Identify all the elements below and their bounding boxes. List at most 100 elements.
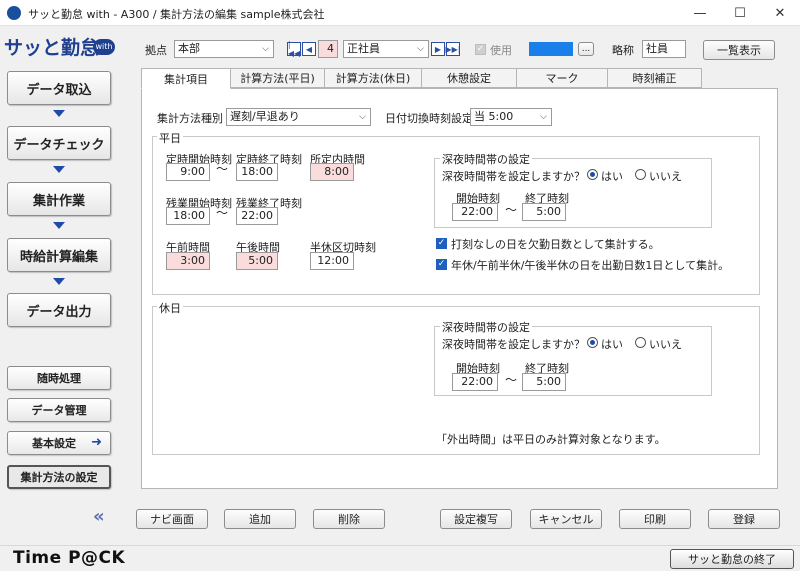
date-switch-label: 日付切換時刻設定 [385,112,473,125]
tab-mark[interactable]: マーク [516,68,608,88]
tab-break-settings[interactable]: 休憩設定 [421,68,517,88]
holiday-night-start-field[interactable]: 22:00 [452,373,498,391]
color-pick-button[interactable]: ... [578,42,594,56]
list-view-button[interactable]: 一覧表示 [703,40,775,60]
method-type-select[interactable]: 遅刻/早退あり ⌵ [226,108,371,126]
ot-start-field[interactable]: 18:00 [166,207,210,225]
nav-hourly-edit-button[interactable]: 時給計算編集 [7,238,111,272]
method-type-label: 集計方法種別 [157,112,223,125]
tilde: 〜 [216,162,229,176]
navi-screen-button[interactable]: ナビ画面 [136,509,208,529]
weekday-night-yes-label: はい [601,170,623,183]
chevron-down-icon: ⌵ [359,112,366,122]
weekday-night-no-label: いいえ [649,170,682,183]
title-bar: サッと勤怠 with - A300 / 集計方法の編集 sample株式会社 —… [0,0,800,26]
first-record-button[interactable]: |◀◀ [287,40,301,58]
pm-time-field[interactable]: 5:00 [236,252,278,270]
copy-settings-button[interactable]: 設定複写 [440,509,512,529]
holiday-night-question: 深夜時間帯を設定しますか？ [442,338,585,351]
record-number-field[interactable]: 4 [318,40,338,58]
method-type-value: 遅刻/早退あり [230,110,300,123]
next-record-button[interactable]: ▶ [431,42,445,56]
holiday-group-title: 休日 [157,300,183,316]
chevron-down-icon: ⌵ [262,44,269,54]
weekday-night-start-field[interactable]: 22:00 [452,203,498,221]
chevron-down-icon: ⌵ [540,112,547,122]
record-select[interactable]: 正社員 ⌵ [343,40,429,58]
delete-button[interactable]: 削除 [313,509,385,529]
site-value: 本部 [178,42,200,55]
scheduled-time-field[interactable]: 8:00 [310,163,354,181]
tilde: 〜 [505,203,518,217]
prev-record-button[interactable]: ◀ [302,42,316,56]
sub-adhoc-button[interactable]: 随時処理 [7,366,111,390]
weekday-night-title: 深夜時間帯の設定 [440,151,532,167]
record-value: 正社員 [347,42,380,55]
holiday-night-end-field[interactable]: 5:00 [522,373,566,391]
close-button[interactable]: ✕ [760,0,800,26]
tab-holiday-calc[interactable]: 計算方法(休日) [324,68,422,88]
holiday-night-yes-label: はい [601,338,623,351]
am-time-field[interactable]: 3:00 [166,252,210,270]
weekday-night-end-field[interactable]: 5:00 [522,203,566,221]
app-icon [7,6,21,20]
half-day-field[interactable]: 12:00 [310,252,354,270]
weekday-night-no-radio[interactable] [635,169,646,180]
maximize-button[interactable]: ☐ [720,0,760,26]
nav-data-output-button[interactable]: データ出力 [7,293,111,327]
nav-arrow-icon [53,110,65,117]
short-name-label: 略称 [612,44,634,57]
chevron-down-icon: ⌵ [417,44,424,54]
weekday-group-title: 平日 [157,130,183,146]
attendance-check-label: 年休/午前半休/午後半休の日を出勤日数1日として集計。 [451,259,730,272]
exit-app-button[interactable]: サッと勤怠の終了 [670,549,794,569]
last-record-button[interactable]: ▶▶| [446,42,461,56]
register-button[interactable]: 登録 [708,509,780,529]
start-time-field[interactable]: 9:00 [166,163,210,181]
site-label: 拠点 [145,44,167,57]
minimize-button[interactable]: — [680,0,720,26]
basic-settings-label: 基本設定 [32,437,76,450]
weekday-night-question: 深夜時間帯を設定しますか？ [442,170,585,183]
date-switch-value: 当 5:00 [474,110,514,123]
end-time-field[interactable]: 18:00 [236,163,278,181]
nav-aggregate-button[interactable]: 集計作業 [7,182,111,216]
cancel-button[interactable]: キャンセル [530,509,602,529]
absence-checkbox[interactable]: ✓ [436,238,447,249]
sub-data-manage-button[interactable]: データ管理 [7,398,111,422]
holiday-night-no-radio[interactable] [635,337,646,348]
holiday-night-yes-radio[interactable] [587,337,598,348]
nav-arrow-icon [53,222,65,229]
site-select[interactable]: 本部 ⌵ [174,40,274,58]
use-label: 使用 [490,44,512,57]
nav-arrow-icon [53,278,65,285]
short-name-field[interactable]: 社員 [642,40,686,58]
sub-method-settings-button[interactable]: 集計方法の設定 [7,465,111,489]
absence-check-label: 打刻なしの日を欠勤日数として集計する。 [451,238,660,251]
app-logo: サッと勤怠 with [4,33,116,61]
nav-data-import-button[interactable]: データ取込 [7,71,111,105]
tab-weekday-calc[interactable]: 計算方法(平日) [230,68,325,88]
ot-end-field[interactable]: 22:00 [236,207,278,225]
arrow-right-icon: ➜ [91,435,102,450]
weekday-night-yes-radio[interactable] [587,169,598,180]
attendance-checkbox[interactable]: ✓ [436,259,447,270]
nav-data-check-button[interactable]: データチェック [7,126,111,160]
window-title: サッと勤怠 with - A300 / 集計方法の編集 sample株式会社 [28,8,325,21]
tab-aggregate-items[interactable]: 集計項目 [141,68,231,89]
nav-arrow-icon [53,166,65,173]
date-switch-select[interactable]: 当 5:00 ⌵ [470,108,552,126]
print-button[interactable]: 印刷 [619,509,691,529]
use-checkbox[interactable]: ✓ [475,44,486,55]
sub-basic-settings-button[interactable]: 基本設定 ➜ [7,431,111,455]
color-swatch[interactable] [529,42,573,56]
tilde: 〜 [216,206,229,220]
tab-time-correction[interactable]: 時刻補正 [607,68,702,88]
logo-badge: with [93,39,115,55]
holiday-night-no-label: いいえ [649,338,682,351]
logo-text: サッと勤怠 [4,37,100,59]
add-button[interactable]: 追加 [224,509,296,529]
tilde: 〜 [505,373,518,387]
collapse-icon[interactable]: « [93,506,105,527]
outing-note: 「外出時間」は平日のみ計算対象となります。 [436,433,666,446]
